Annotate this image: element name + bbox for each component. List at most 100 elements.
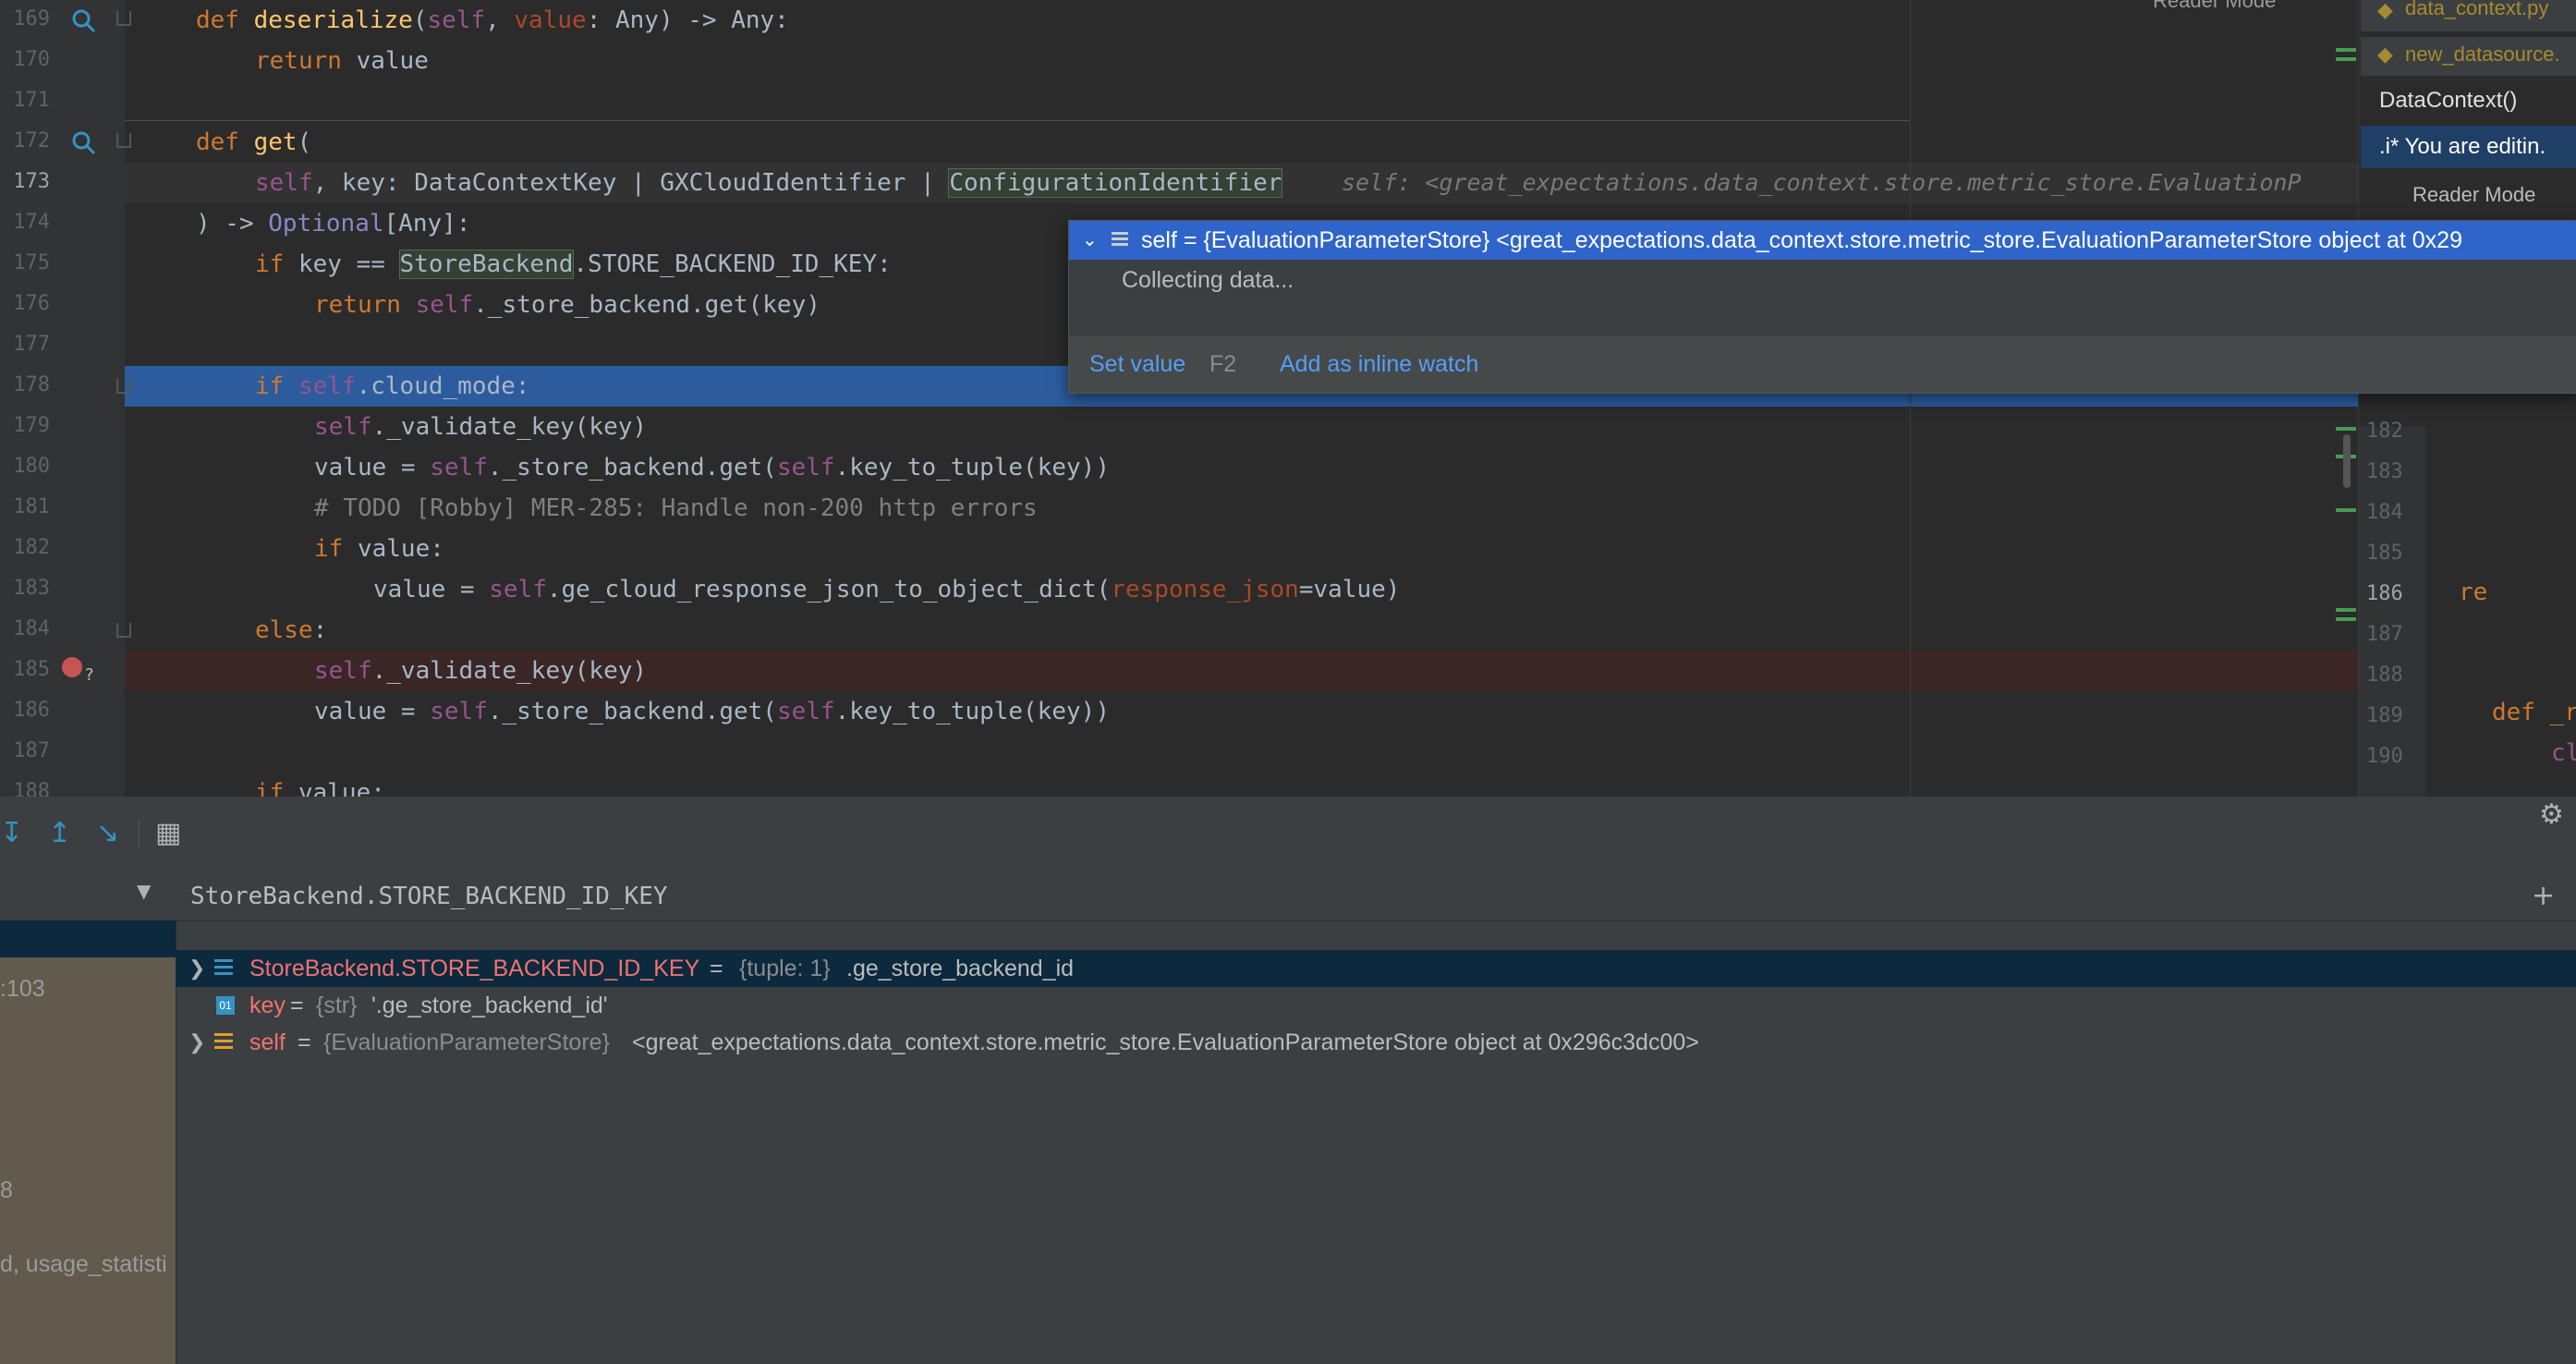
code-line[interactable]: if value: <box>314 529 444 569</box>
code-line[interactable]: if key == StoreBackend.STORE_BACKEND_ID_… <box>255 244 892 285</box>
frame-item[interactable]: :103 <box>0 976 45 1003</box>
code-fragment[interactable]: cl <box>2551 739 2576 767</box>
code-line[interactable]: return self._store_backend.get(key) <box>314 285 820 325</box>
frame-item[interactable]: d, usage_statisti <box>0 1251 167 1278</box>
run-to-cursor-icon[interactable]: ↘ <box>96 817 119 849</box>
override-method-icon[interactable] <box>70 129 98 157</box>
code-line[interactable]: ) -> Optional[Any]: <box>196 203 470 244</box>
variable-value: <great_expectations.data_context.store.m… <box>632 1029 1699 1055</box>
code-line[interactable]: def deserialize(self, value: Any) -> Any… <box>196 0 789 41</box>
line-number: 188 <box>13 780 50 797</box>
structure-item[interactable]: DataContext() <box>2361 79 2576 122</box>
object-icon <box>1112 232 1128 249</box>
code-line[interactable]: self._validate_key(key) <box>314 651 647 691</box>
line-number: 180 <box>13 455 50 478</box>
code-line[interactable]: value = self._store_backend.get(self.key… <box>314 691 1110 732</box>
watch-expression-text[interactable]: StoreBackend.STORE_BACKEND_ID_KEY <box>190 872 668 920</box>
error-stripe-mark[interactable] <box>2336 48 2356 52</box>
editor-tab[interactable]: ◆ data_context.py <box>2361 0 2576 31</box>
debug-toolbar: ↧ ↥ ↘ ▦ ⚙ <box>0 797 2576 873</box>
line-number: 177 <box>13 333 50 356</box>
code-line[interactable]: return value <box>255 41 429 81</box>
code-line[interactable]: else: <box>255 610 327 651</box>
variable-row[interactable]: ❯ StoreBackend.STORE_BACKEND_ID_KEY = {t… <box>176 950 2576 987</box>
collecting-status: Collecting data... <box>1122 267 1294 293</box>
error-stripe-mark[interactable] <box>2336 57 2356 61</box>
variable-row[interactable]: 01 key = {str} '.ge_store_backend_id' <box>176 987 2576 1024</box>
watch-expression-bar[interactable]: StoreBackend.STORE_BACKEND_ID_KEY + <box>176 872 2576 921</box>
tab-label: data_context.py <box>2405 0 2549 19</box>
code-fragment[interactable]: def _r <box>2492 699 2576 726</box>
set-value-shortcut: F2 <box>1209 351 1237 377</box>
add-inline-watch-link[interactable]: Add as inline watch <box>1280 335 1478 393</box>
step-into-my-code-icon[interactable]: ↧ <box>0 817 23 849</box>
error-stripe-mark[interactable] <box>2336 508 2356 512</box>
reader-mode-label[interactable]: Reader Mode <box>2153 0 2276 13</box>
debug-tool-window[interactable]: ↧ ↥ ↘ ▦ ⚙ ▼ :103 8 d, usage_statisti Sto… <box>0 797 2576 1364</box>
list-icon <box>214 959 233 978</box>
evaluate-expression-icon[interactable]: ▦ <box>155 817 181 849</box>
fold-icon[interactable] <box>116 133 131 148</box>
fold-icon[interactable] <box>116 11 131 26</box>
breakpoint-icon[interactable]: ? <box>61 656 98 684</box>
code-line[interactable]: def get( <box>196 122 311 163</box>
line-number: 182 <box>13 536 50 559</box>
variable-row[interactable]: ❯ self = {EvaluationParameterStore} <gre… <box>176 1024 2576 1061</box>
code-line[interactable]: if self.cloud_mode: <box>255 366 529 407</box>
variable-equals: = <box>298 1029 311 1055</box>
variable-type: {tuple: 1} <box>739 956 831 981</box>
step-out-icon[interactable]: ↥ <box>48 817 71 849</box>
python-file-icon: ◆ <box>2377 43 2393 66</box>
line-number: 186 <box>2366 582 2403 605</box>
line-number: 184 <box>2366 501 2403 524</box>
selected-frame[interactable] <box>0 920 176 957</box>
variable-type: {str} <box>316 993 358 1018</box>
error-stripe-mark[interactable] <box>2336 427 2356 431</box>
expand-arrow-icon[interactable]: ❯ <box>188 1024 205 1061</box>
variable-equals: = <box>290 993 304 1018</box>
line-number: 185 <box>2366 542 2403 565</box>
editor-tab[interactable]: ◆ new_datasource. <box>2361 37 2576 76</box>
fold-icon[interactable] <box>116 379 131 394</box>
code-line[interactable]: self._validate_key(key) <box>314 407 647 447</box>
set-value-link[interactable]: Set value <box>1089 335 1185 393</box>
code-line[interactable]: value = self._store_backend.get(self.key… <box>314 447 1110 488</box>
line-number: 175 <box>13 251 50 274</box>
line-number: 183 <box>2366 460 2403 483</box>
error-stripe-mark[interactable] <box>2336 617 2356 621</box>
variable-type: {EvaluationParameterStore} <box>323 1029 610 1055</box>
settings-gear-icon[interactable]: ⚙ <box>2539 798 2564 831</box>
code-line[interactable]: value = self.ge_cloud_response_json_to_o… <box>373 569 1400 610</box>
error-stripe-mark[interactable] <box>2336 608 2356 612</box>
string-type-icon: 01 <box>216 996 235 1015</box>
variable-value: .ge_store_backend_id <box>846 956 1075 981</box>
fold-icon[interactable] <box>116 623 131 638</box>
expand-arrow-icon[interactable]: ❯ <box>188 950 205 987</box>
line-number: 178 <box>13 373 50 396</box>
code-line[interactable]: if value: <box>255 773 385 797</box>
popup-header-row[interactable]: ⌄ self = {EvaluationParameterStore} <gre… <box>1069 221 2576 260</box>
collapse-chevron-icon[interactable]: ⌄ <box>1082 221 1098 260</box>
variable-name: key <box>249 993 286 1018</box>
dropdown-arrow-icon[interactable]: ▼ <box>137 880 151 902</box>
variable-equals: = <box>710 956 723 981</box>
override-method-icon[interactable] <box>70 7 98 35</box>
scroll-thumb[interactable] <box>2343 434 2351 488</box>
code-line[interactable]: self, key: DataContextKey | GXCloudIdent… <box>255 163 1283 203</box>
line-number: 169 <box>13 7 50 30</box>
line-number: 182 <box>2366 420 2403 443</box>
code-fragment[interactable]: re <box>2459 578 2487 606</box>
code-comment[interactable]: # TODO [Robby] MER-285: Handle non-200 h… <box>314 488 1038 529</box>
frame-item[interactable]: 8 <box>0 1177 13 1204</box>
frames-list[interactable]: ▼ :103 8 d, usage_statisti <box>0 872 176 1364</box>
line-number: 187 <box>13 739 50 762</box>
editing-notice: .i* You are editin. <box>2361 126 2576 168</box>
split-editor-panel[interactable]: ◆ data_context.py ◆ new_datasource. Data… <box>2358 0 2576 797</box>
code-editor[interactable]: 169 170 171 172 173 174 175 176 177 178 … <box>0 0 2576 797</box>
reader-mode-button[interactable]: Reader Mode <box>2412 183 2535 207</box>
method-separator <box>125 120 1910 121</box>
line-number: 190 <box>2366 745 2403 768</box>
debug-value-popup[interactable]: ⌄ self = {EvaluationParameterStore} <gre… <box>1068 220 2576 394</box>
line-number: 173 <box>13 170 50 193</box>
add-watch-icon[interactable]: + <box>2532 872 2555 920</box>
